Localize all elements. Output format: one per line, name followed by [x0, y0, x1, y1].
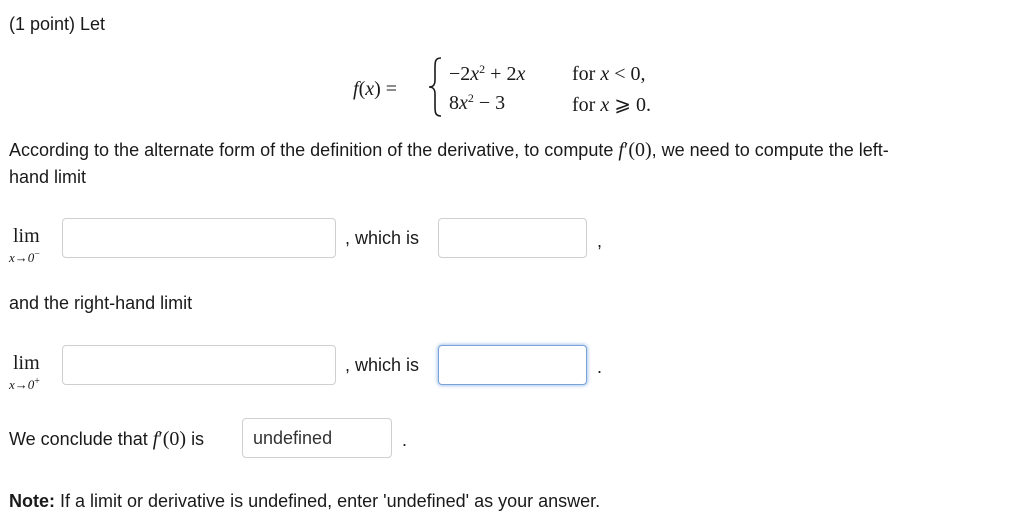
fprime-arg: ′(0) — [623, 139, 652, 161]
function-lhs: f(x) = — [353, 78, 398, 100]
left-limit-expression-input[interactable] — [62, 218, 336, 258]
right-limit-expression-input[interactable] — [62, 345, 336, 385]
case2-condition: for x ⩾ 0. — [572, 94, 651, 116]
left-which-is: , which is — [345, 228, 420, 248]
right-lim-label: lim — [13, 352, 40, 374]
case2-expression: 8x2 − 3 — [449, 91, 506, 114]
left-trailing-comma: , — [597, 231, 603, 251]
conclusion-fprime-arg: ′(0) — [158, 428, 187, 450]
case1-condition: for x < 0, — [572, 63, 646, 85]
conclusion-text: We conclude that — [9, 429, 148, 449]
derivative-answer-input[interactable]: undefined — [242, 418, 392, 458]
conclusion-is: is — [191, 429, 205, 449]
intro-line-2: hand limit — [9, 167, 87, 187]
right-which-is: , which is — [345, 355, 420, 375]
right-limit-value-input[interactable] — [438, 345, 587, 385]
right-limit-intro: and the right-hand limit — [9, 293, 193, 313]
right-lim-sup: + — [34, 376, 40, 387]
right-lim-subscript: x→0+ — [9, 376, 40, 393]
intro-text-a: According to the alternate form of the d… — [9, 140, 614, 160]
case1-expression: −2x2 + 2x — [449, 62, 526, 85]
intro-line-1: According to the alternate form of the d… — [9, 139, 889, 162]
note-label: Note: — [9, 491, 55, 511]
left-limit-value-input[interactable] — [438, 218, 587, 258]
left-lim-sub-text: x→0 — [9, 250, 35, 265]
intro-text-b: , we need to compute the left- — [651, 140, 889, 160]
left-brace-icon — [428, 57, 442, 117]
problem-header: (1 point) Let — [9, 14, 106, 34]
left-lim-subscript: x→0− — [9, 249, 40, 266]
left-lim-sup: − — [34, 249, 40, 260]
conclusion-line: We conclude that f′(0) is — [9, 428, 204, 451]
right-trailing-period: . — [597, 357, 603, 377]
left-lim-label: lim — [13, 225, 40, 247]
note-text: If a limit or derivative is undefined, e… — [60, 491, 601, 511]
right-lim-sub-text: x→0 — [9, 377, 35, 392]
conclusion-trailing-period: . — [402, 430, 408, 450]
note-line: Note: If a limit or derivative is undefi… — [9, 491, 600, 512]
